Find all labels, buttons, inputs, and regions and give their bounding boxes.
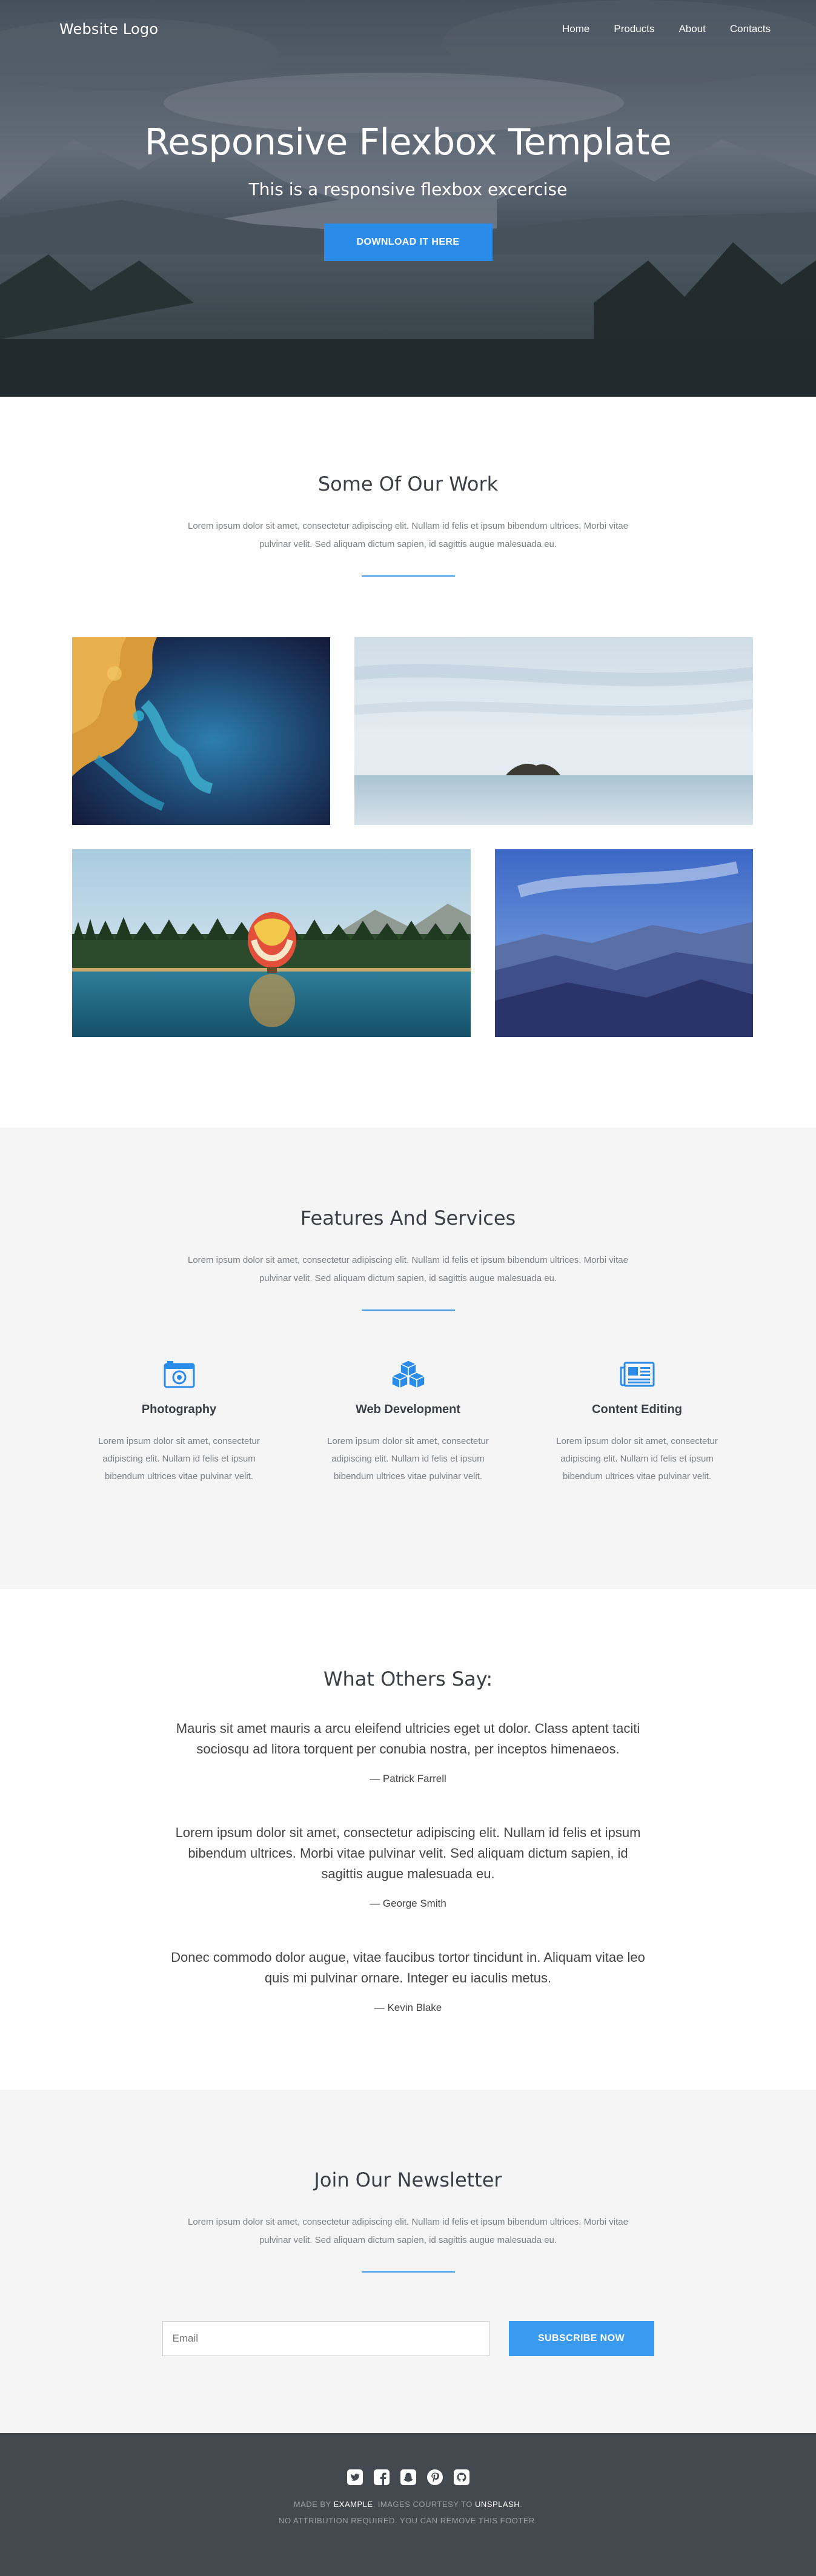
feature-title: Content Editing — [592, 1403, 682, 1416]
work-gallery — [0, 577, 816, 1037]
credits-period: . — [520, 2500, 523, 2509]
subscribe-button[interactable]: SUBSCRIBE NOW — [508, 2321, 654, 2356]
testimonial: Lorem ipsum dolor sit amet, consectetur … — [166, 1823, 651, 1910]
newspaper-icon — [556, 1359, 719, 1389]
gallery-image-balloon[interactable] — [72, 849, 471, 1037]
example-link[interactable]: EXAMPLE — [334, 2500, 373, 2509]
features-list: Photography Lorem ipsum dolor sit amet, … — [0, 1359, 816, 1485]
testimonial-text: Mauris sit amet mauris a arcu eleifend u… — [176, 1721, 640, 1757]
testimonial-author: — Kevin Blake — [374, 2002, 442, 2013]
hero-content: Responsive Flexbox Template This is a re… — [0, 121, 816, 261]
social-links — [0, 2468, 816, 2486]
download-button[interactable]: DOWNLOAD IT HERE — [323, 223, 493, 261]
pinterest-icon[interactable] — [426, 2468, 444, 2486]
snapchat-icon[interactable] — [399, 2468, 417, 2486]
island-sea-image — [354, 637, 753, 825]
hero: Website Logo Home Products About Contact… — [0, 0, 816, 397]
gallery-image-mountains[interactable] — [495, 849, 753, 1037]
testimonial: Mauris sit amet mauris a arcu eleifend u… — [166, 1718, 651, 1785]
hero-title: Responsive Flexbox Template — [144, 121, 672, 164]
nav-item-contacts[interactable]: Contacts — [730, 23, 771, 35]
gallery-image-island[interactable] — [354, 637, 753, 825]
top-nav: Website Logo Home Products About Contact… — [0, 0, 816, 58]
feature-text: Lorem ipsum dolor sit amet, consectetur … — [556, 1436, 718, 1482]
features-header: Features And Services Lorem ipsum dolor … — [0, 1207, 816, 1311]
newsletter-form: SUBSCRIBE NOW — [0, 2321, 816, 2356]
features-description: Lorem ipsum dolor sit amet, consectetur … — [188, 1255, 628, 1283]
section-divider — [361, 2271, 455, 2273]
testimonial-text: Donec commodo dolor augue, vitae faucibu… — [171, 1950, 645, 1985]
testimonial-text: Lorem ipsum dolor sit amet, consectetur … — [175, 1825, 641, 1881]
made-by-text: MADE BY — [293, 2500, 334, 2509]
work-title: Some Of Our Work — [317, 472, 499, 495]
section-divider — [361, 1310, 455, 1311]
testimonial: Donec commodo dolor augue, vitae faucibu… — [166, 1947, 651, 2014]
testimonials-section: What Others Say: Mauris sit amet mauris … — [0, 1589, 816, 2090]
testimonials-title: What Others Say: — [323, 1667, 493, 1690]
nav-item-home[interactable]: Home — [562, 23, 589, 35]
images-courtesy-text: . IMAGES COURTESY TO — [373, 2500, 476, 2509]
gallery-image-coastline[interactable] — [72, 637, 330, 825]
camera-icon — [98, 1359, 261, 1389]
hero-subtitle: This is a responsive flexbox excercise — [248, 179, 568, 199]
nav-menu: Home Products About Contacts — [538, 23, 771, 35]
newsletter-section: Join Our Newsletter Lorem ipsum dolor si… — [0, 2090, 816, 2433]
footer-attribution: NO ATTRIBUTION REQUIRED. YOU CAN REMOVE … — [279, 2516, 537, 2525]
hot-air-balloon-image — [72, 849, 471, 1037]
testimonial-author: — Patrick Farrell — [370, 1773, 446, 1784]
feature-title: Photography — [141, 1403, 217, 1416]
feature-text: Lorem ipsum dolor sit amet, consectetur … — [98, 1436, 260, 1482]
work-description: Lorem ipsum dolor sit amet, consectetur … — [188, 521, 628, 549]
testimonial-author: — George Smith — [370, 1898, 446, 1909]
feature-title: Web Development — [356, 1403, 460, 1416]
work-section: Some Of Our Work Lorem ipsum dolor sit a… — [0, 397, 816, 1128]
unsplash-link[interactable]: UNSPLASH — [475, 2500, 520, 2509]
nav-item-about[interactable]: About — [678, 23, 705, 35]
newsletter-header: Join Our Newsletter Lorem ipsum dolor si… — [0, 2168, 816, 2273]
facebook-icon[interactable] — [373, 2468, 391, 2486]
work-header: Some Of Our Work Lorem ipsum dolor sit a… — [0, 472, 816, 577]
features-title: Features And Services — [300, 1207, 516, 1230]
feature-photography: Photography Lorem ipsum dolor sit amet, … — [98, 1359, 261, 1485]
mountain-range-image — [495, 849, 753, 1037]
feature-content-editing: Content Editing Lorem ipsum dolor sit am… — [556, 1359, 719, 1485]
coastline-aerial-image — [72, 637, 330, 825]
newsletter-description: Lorem ipsum dolor sit amet, consectetur … — [188, 2217, 628, 2245]
website-logo[interactable]: Website Logo — [59, 21, 158, 38]
feature-text: Lorem ipsum dolor sit amet, consectetur … — [327, 1436, 489, 1482]
footer: MADE BY EXAMPLE. IMAGES COURTESY TO UNSP… — [0, 2433, 816, 2576]
cubes-icon — [327, 1359, 490, 1389]
features-section: Features And Services Lorem ipsum dolor … — [0, 1128, 816, 1589]
footer-credits: MADE BY EXAMPLE. IMAGES COURTESY TO UNSP… — [0, 2500, 816, 2509]
email-field[interactable] — [162, 2321, 489, 2356]
github-icon[interactable] — [453, 2468, 471, 2486]
feature-web-development: Web Development Lorem ipsum dolor sit am… — [327, 1359, 490, 1485]
newsletter-title: Join Our Newsletter — [314, 2168, 502, 2191]
twitter-icon[interactable] — [346, 2468, 364, 2486]
nav-item-products[interactable]: Products — [614, 23, 654, 35]
testimonials-header: What Others Say: — [0, 1667, 816, 1690]
